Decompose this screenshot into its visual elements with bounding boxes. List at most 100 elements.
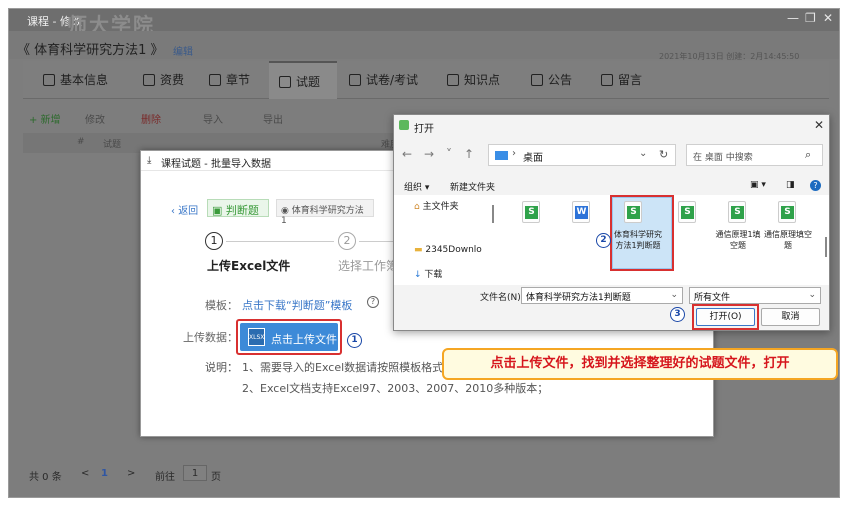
filename-label: 文件名(N): <box>480 293 524 303</box>
new-folder-button[interactable]: 新建文件夹 <box>450 180 495 193</box>
home-icon: ⌂ <box>414 202 423 212</box>
search-icon: ⌕ <box>805 148 812 161</box>
tab-messages[interactable]: 留言 <box>601 61 642 99</box>
cancel-button[interactable]: 取消 <box>761 308 820 326</box>
next-page-button[interactable]: > <box>127 468 135 479</box>
title-bar: 课程 - 修改 师大学院 — ❐ ✕ <box>9 9 839 37</box>
col-number: # <box>77 137 85 147</box>
sidebar-item-home[interactable]: ⌂ 主文件夹 <box>414 199 459 212</box>
tab-chapters[interactable]: 章节 <box>209 61 250 99</box>
tab-label: 章节 <box>226 73 251 87</box>
back-arrow-icon[interactable]: ← <box>402 147 412 161</box>
preview-pane-icon[interactable]: ◨ <box>786 180 795 190</box>
current-page[interactable]: 1 <box>101 468 108 479</box>
megaphone-icon <box>531 74 543 86</box>
view-options-icon[interactable]: ▣ ▾ <box>750 180 766 190</box>
step-connector <box>226 241 334 242</box>
tab-label: 试题 <box>296 75 321 89</box>
delete-button[interactable]: 删除 <box>141 111 161 126</box>
file-item[interactable]: S <box>728 201 746 223</box>
file-dialog-toolbar: 组织 ▾ 新建文件夹 ▣ ▾ ◨ ? <box>394 179 829 195</box>
address-bar[interactable]: › 桌面 ⌄ ↻ <box>488 144 676 166</box>
page-input[interactable]: 1 <box>183 465 207 481</box>
gear-icon <box>43 74 55 86</box>
chevron-down-icon[interactable]: ⌄ <box>808 290 816 300</box>
tab-exams[interactable]: 试卷/考试 <box>349 61 418 99</box>
filetype-value: 所有文件 <box>694 293 731 303</box>
nav-scrollbar[interactable] <box>492 205 494 223</box>
help-icon[interactable]: ? <box>810 180 821 191</box>
edit-course-link[interactable]: 编辑 <box>173 43 193 58</box>
filetype-select[interactable]: 所有文件 ⌄ <box>689 287 821 304</box>
add-button[interactable]: + 新增 <box>29 111 61 126</box>
tab-notices[interactable]: 公告 <box>531 61 572 99</box>
prev-page-button[interactable]: < <box>81 468 89 479</box>
forward-arrow-icon[interactable]: → <box>424 147 434 161</box>
step-badge-1: 1 <box>347 333 362 348</box>
tab-knowledge[interactable]: 知识点 <box>447 61 500 99</box>
sidebar-item-label: 2345Downlo <box>425 245 482 255</box>
page-suffix: 页 <box>211 472 221 483</box>
app-icon <box>399 120 409 130</box>
sheet-file-icon: S <box>525 206 538 219</box>
tab-label: 基本信息 <box>60 73 109 87</box>
tab-fees[interactable]: 资费 <box>143 61 184 99</box>
filename-input[interactable]: 体育科学研究方法1判断题 ⌄ <box>521 287 683 304</box>
step-badge-3: 3 <box>670 307 685 322</box>
folder-icon: ▬ <box>414 245 426 255</box>
file-item-selected[interactable]: S <box>624 201 642 223</box>
file-scrollbar[interactable] <box>825 237 827 257</box>
chevron-down-icon[interactable]: ⌄ <box>639 148 647 159</box>
note-line-1: 1、需要导入的Excel数据请按照模板格式整理 <box>242 361 442 374</box>
export-button[interactable]: 导出 <box>263 111 283 126</box>
sidebar-item-downloads[interactable]: ↓ 下载 <box>414 267 442 280</box>
upload-file-button[interactable]: XLSX 点击上传文件 <box>240 323 338 351</box>
download-template-link[interactable]: 点击下载“判断题”模板 <box>242 297 352 313</box>
tag-label: 判断题 <box>225 204 259 217</box>
tab-label: 留言 <box>618 73 643 87</box>
col-question: 试题 <box>103 140 122 150</box>
close-window-button[interactable]: ✕ <box>823 11 833 25</box>
file-dialog-nav: ← → ˅ ↑ › 桌面 ⌄ ↻ 在 桌面 中搜索 ⌕ <box>394 137 829 179</box>
nav-pane: ⌂ 主文件夹 ▬ 2345Downlo ↓ 下载 <box>394 195 499 285</box>
note-line-2: 2、Excel文档支持Excel97、2003、2007、2010多种版本； <box>242 382 549 395</box>
organize-menu[interactable]: 组织 ▾ <box>404 180 429 193</box>
tab-basic-info[interactable]: 基本信息 <box>43 61 108 99</box>
refresh-icon[interactable]: ↻ <box>659 148 668 161</box>
open-button[interactable]: 打开(O) <box>696 308 755 326</box>
up-arrow-icon[interactable]: ↑ <box>464 147 474 161</box>
file-item[interactable]: S <box>522 201 540 223</box>
search-box[interactable]: 在 桌面 中搜索 ⌕ <box>686 144 823 166</box>
import-button[interactable]: 导入 <box>203 111 223 126</box>
tab-label: 知识点 <box>464 73 501 87</box>
file-item[interactable]: S <box>778 201 796 223</box>
chevron-down-icon[interactable]: ⌄ <box>670 290 678 300</box>
sheet-file-icon: S <box>627 206 640 219</box>
book-icon <box>209 74 221 86</box>
tab-label: 资费 <box>160 73 185 87</box>
help-icon[interactable]: ? <box>367 296 379 308</box>
tab-questions[interactable]: 试题 <box>269 61 337 99</box>
sheet-icon: ▣ <box>212 204 226 217</box>
doc-file-icon: W <box>575 206 588 219</box>
file-open-dialog: 打开 ✕ ← → ˅ ↑ › 桌面 ⌄ ↻ 在 桌面 中搜索 ⌕ 组织 ▾ 新建… <box>393 114 830 331</box>
maximize-button[interactable]: ❐ <box>805 11 816 25</box>
file-dialog-titlebar: 打开 ✕ <box>394 115 829 137</box>
file-item[interactable]: W <box>572 201 590 223</box>
upload-button-label: 点击上传文件 <box>271 333 337 346</box>
modify-button[interactable]: 修改 <box>85 111 105 126</box>
close-icon[interactable]: ✕ <box>814 118 824 132</box>
minimize-button[interactable]: — <box>787 11 799 25</box>
chevron-down-icon[interactable]: ˅ <box>446 147 452 161</box>
course-tag: ◉ 体育科学研究方法1 <box>276 199 374 226</box>
import-icon: ⤓ <box>147 155 152 166</box>
download-icon: ↓ <box>414 270 425 280</box>
back-link[interactable]: ‹ 返回 <box>171 202 198 217</box>
address-text: 桌面 <box>523 153 543 164</box>
course-icon: ◉ <box>281 206 292 216</box>
xlsx-icon: XLSX <box>248 328 265 346</box>
file-dialog-title: 打开 <box>414 124 434 135</box>
sidebar-item-2345[interactable]: ▬ 2345Downlo <box>414 245 482 255</box>
step-2-circle: 2 <box>338 232 356 250</box>
file-item[interactable]: S <box>678 201 696 223</box>
